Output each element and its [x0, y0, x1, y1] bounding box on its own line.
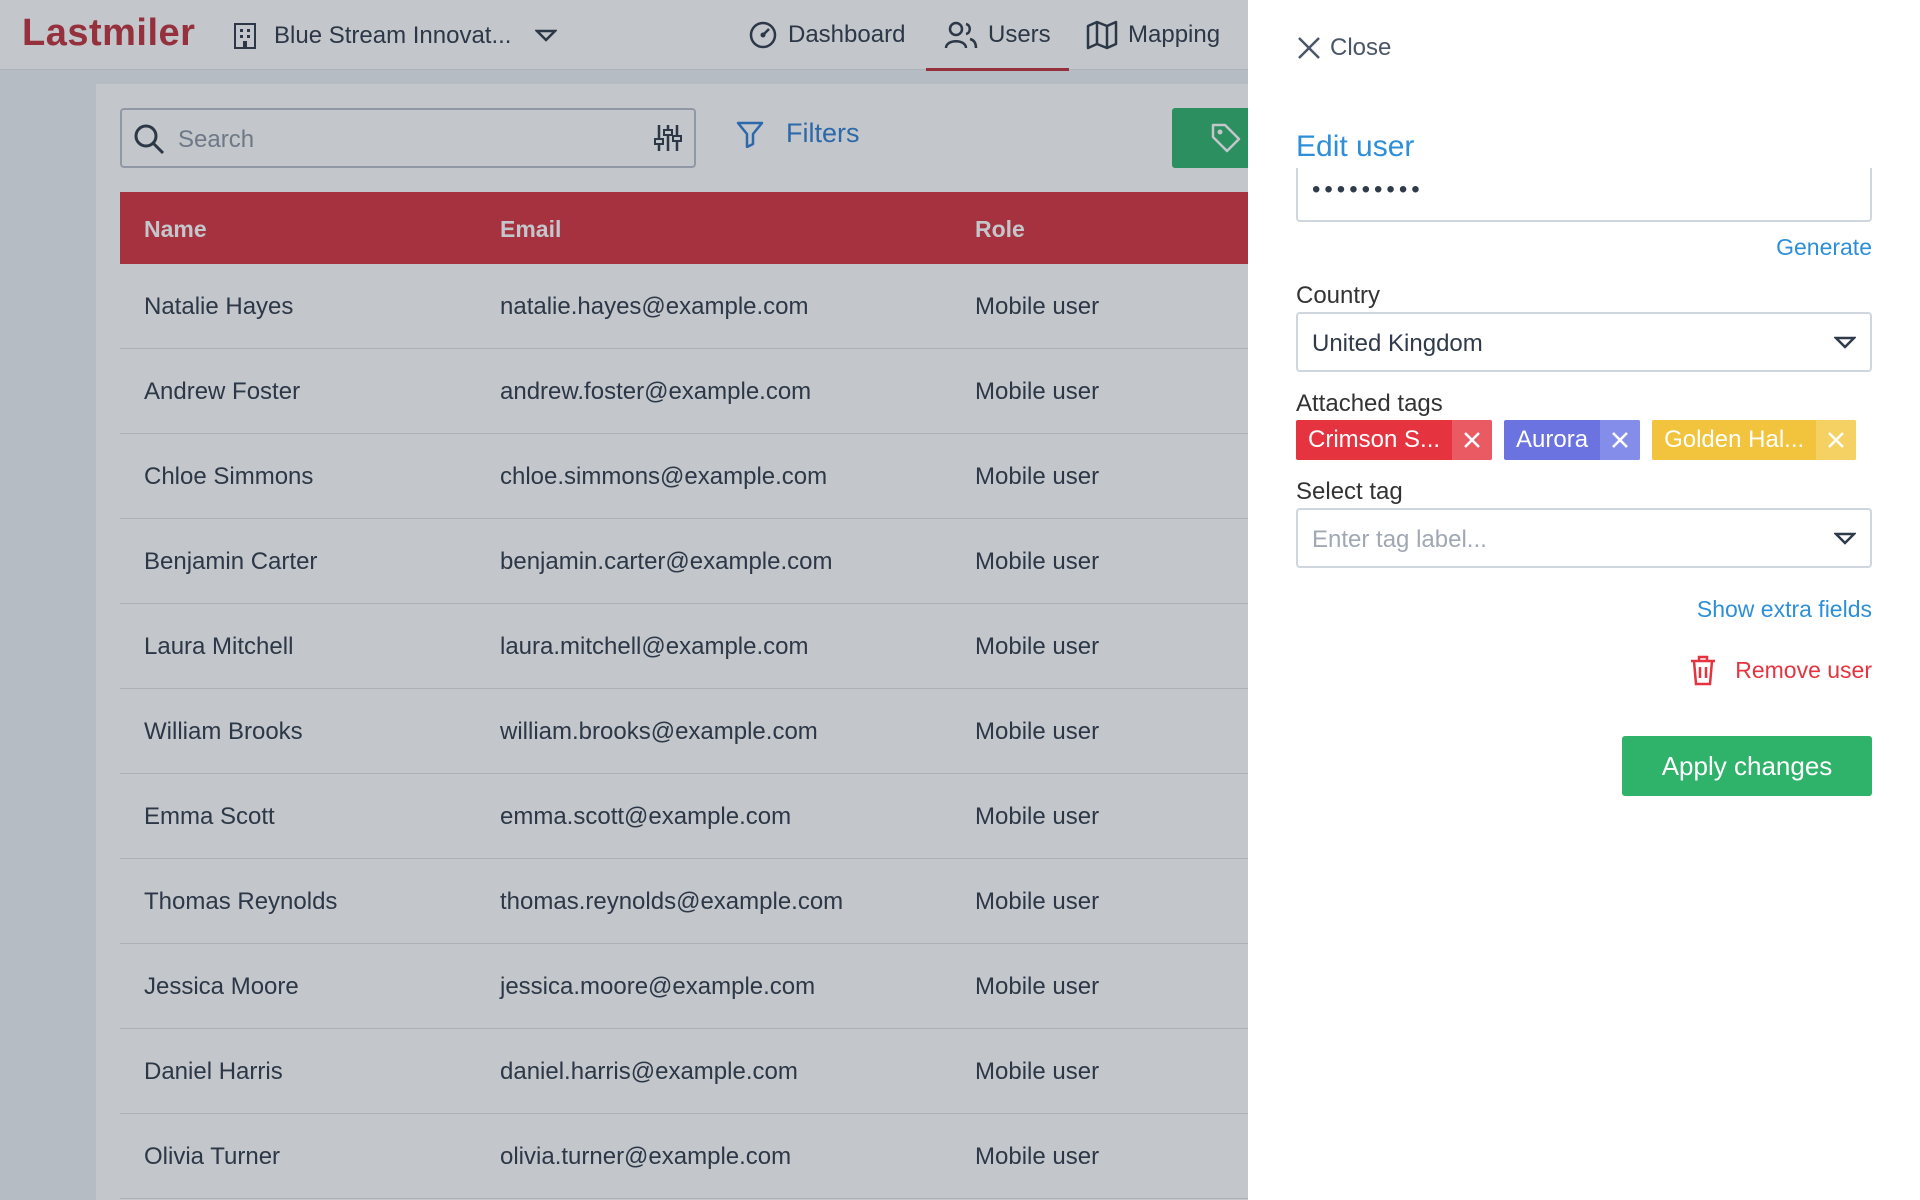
country-select[interactable]: United Kingdom — [1296, 312, 1872, 372]
close-icon — [1612, 432, 1628, 448]
remove-user-label: Remove user — [1735, 656, 1872, 683]
show-extra-fields-link[interactable]: Show extra fields — [1697, 596, 1872, 623]
tag-label: Aurora — [1516, 426, 1589, 453]
tag-chip: Crimson S... — [1296, 420, 1493, 460]
close-button[interactable]: Close — [1296, 34, 1391, 62]
tag-select[interactable]: Enter tag label... — [1296, 508, 1872, 568]
generate-password-link[interactable]: Generate — [1776, 234, 1872, 261]
select-tag-label: Select tag — [1296, 478, 1403, 505]
close-icon — [1298, 37, 1320, 59]
chevron-down-icon — [1834, 336, 1856, 349]
panel-title: Edit user — [1296, 130, 1415, 163]
close-label: Close — [1330, 34, 1392, 61]
tag-select-placeholder: Enter tag label... — [1312, 526, 1487, 553]
password-field[interactable]: ••••••••• — [1296, 168, 1872, 222]
remove-tag-button[interactable] — [1816, 420, 1857, 460]
tag-label: Golden Hal... — [1664, 426, 1805, 453]
close-icon — [1464, 432, 1480, 448]
apply-changes-button[interactable]: Apply changes — [1622, 736, 1872, 796]
tag-chip: Golden Hal... — [1652, 420, 1857, 460]
attached-tags: Crimson S... Aurora Golden Hal... — [1296, 420, 1857, 460]
tag-label: Crimson S... — [1308, 426, 1441, 453]
close-icon — [1828, 432, 1845, 448]
tag-chip: Aurora — [1504, 420, 1641, 460]
country-label: Country — [1296, 282, 1381, 309]
edit-user-panel: Close Edit user ••••••••• Generate Count… — [1248, 0, 1920, 1200]
country-value: United Kingdom — [1312, 330, 1483, 357]
remove-tag-button[interactable] — [1600, 420, 1641, 460]
remove-tag-button[interactable] — [1452, 420, 1493, 460]
attached-tags-label: Attached tags — [1296, 390, 1443, 417]
remove-user-button[interactable]: Remove user — [1689, 654, 1872, 686]
chevron-down-icon — [1834, 532, 1856, 545]
trash-icon — [1691, 655, 1716, 686]
